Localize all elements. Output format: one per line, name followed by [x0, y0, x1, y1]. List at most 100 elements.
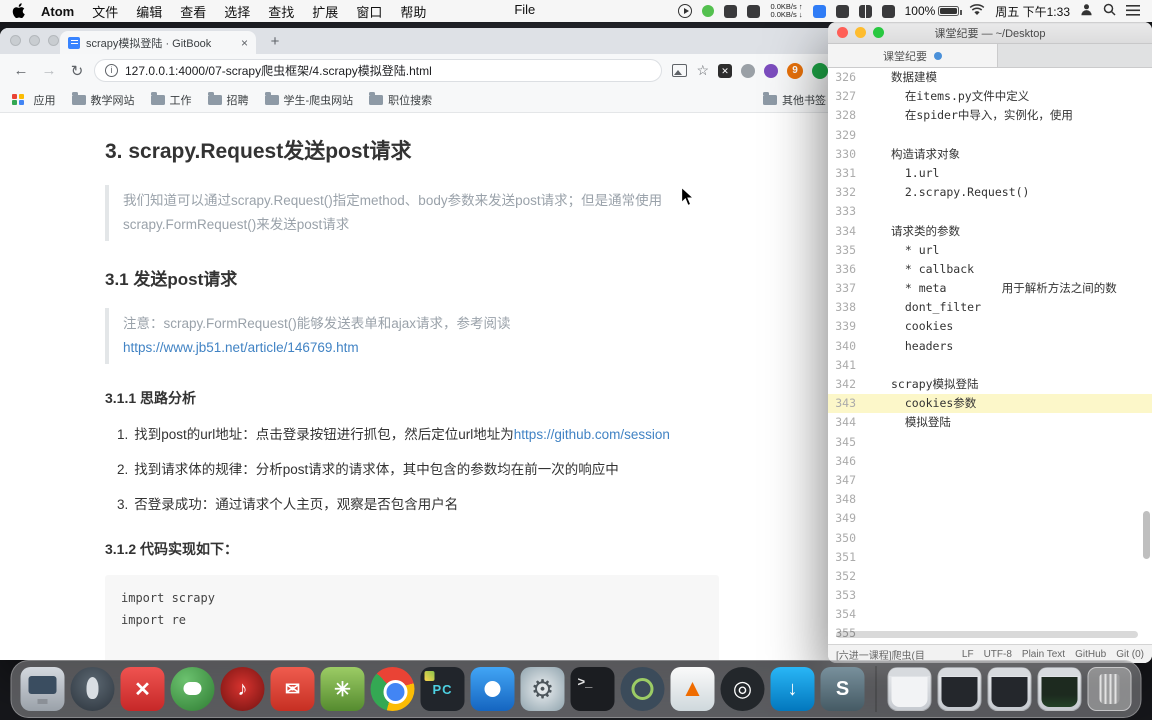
- input-method-icon[interactable]: [881, 4, 895, 18]
- apple-menu-icon[interactable]: [12, 3, 25, 19]
- menubar-menu-item[interactable]: File: [514, 2, 535, 21]
- site-info-icon[interactable]: [105, 64, 118, 77]
- minimized-window-thumbnail[interactable]: [1037, 667, 1082, 711]
- reload-button[interactable]: ↻: [66, 62, 88, 80]
- pycharm-icon[interactable]: PC: [420, 667, 465, 711]
- menubar-menu-item[interactable]: 窗口: [356, 2, 382, 21]
- window-traffic-lights[interactable]: [837, 27, 884, 38]
- editor-line[interactable]: 335 * url: [828, 241, 1152, 260]
- browser-tab[interactable]: scrapy模拟登陆 · GitBook ×: [60, 31, 256, 54]
- editor-line[interactable]: 348: [828, 490, 1152, 509]
- editor-line[interactable]: 341: [828, 356, 1152, 375]
- profile-avatar[interactable]: [812, 62, 828, 79]
- red-x-app-icon[interactable]: ✕: [120, 667, 165, 711]
- play-status-icon[interactable]: [678, 4, 693, 18]
- bookmark-folder[interactable]: 招聘: [207, 92, 249, 108]
- window-traffic-lights-inactive[interactable]: [10, 35, 59, 46]
- media-action-icon[interactable]: [672, 64, 688, 77]
- editor-line[interactable]: 337 * meta 用于解析方法之间的数: [828, 279, 1152, 298]
- editor-line[interactable]: 329: [828, 126, 1152, 145]
- chrome-icon[interactable]: [370, 667, 415, 711]
- status-icon-1[interactable]: [724, 4, 738, 18]
- bookmark-apps[interactable]: 应用: [12, 92, 56, 108]
- s-app-icon[interactable]: S: [820, 667, 865, 711]
- tab-close-icon[interactable]: ×: [241, 36, 248, 50]
- menubar-menu-item[interactable]: 帮助: [400, 2, 426, 21]
- atom-app-icon[interactable]: [620, 667, 665, 711]
- editor-line[interactable]: 336 * callback: [828, 260, 1152, 279]
- extension-badge[interactable]: 9: [787, 62, 803, 79]
- bookmark-folder[interactable]: 学生-爬虫网站: [264, 92, 353, 108]
- status-item[interactable]: Git (0): [1116, 649, 1144, 660]
- editor-line[interactable]: 343 cookies参数: [828, 394, 1152, 414]
- bookmark-star-icon[interactable]: ☆: [696, 63, 709, 77]
- trash-icon[interactable]: [1087, 667, 1132, 711]
- bookmark-folder[interactable]: 职位搜索: [369, 92, 432, 108]
- mail-app-icon[interactable]: ✉: [270, 667, 315, 711]
- new-tab-button[interactable]: +: [266, 33, 284, 50]
- status-icon-2[interactable]: [747, 4, 761, 18]
- system-preferences-icon[interactable]: ⚙: [520, 667, 565, 711]
- green-messenger-app-icon[interactable]: [170, 667, 215, 711]
- status-item[interactable]: Plain Text: [1022, 649, 1065, 660]
- editor-line[interactable]: 340 headers: [828, 337, 1152, 356]
- editor-line[interactable]: 353: [828, 586, 1152, 605]
- editor-line[interactable]: 350: [828, 529, 1152, 548]
- vlc-icon[interactable]: ▲: [670, 667, 715, 711]
- blue-status-icon[interactable]: [812, 4, 826, 18]
- menubar-menu-item[interactable]: 查看: [180, 2, 206, 21]
- launchpad-icon[interactable]: [70, 667, 115, 711]
- inline-link[interactable]: https://github.com/session: [514, 427, 670, 442]
- close-window-button[interactable]: [837, 27, 848, 38]
- menubar-menu-item[interactable]: 扩展: [312, 2, 338, 21]
- editor-line[interactable]: 332 2.scrapy.Request(): [828, 183, 1152, 202]
- forward-button[interactable]: →: [38, 62, 60, 79]
- bookmark-folder[interactable]: 教学网站: [71, 92, 135, 108]
- editor-line[interactable]: 334 请求类的参数: [828, 222, 1152, 241]
- horizontal-scrollbar-thumb[interactable]: [836, 631, 1138, 638]
- notification-center-icon[interactable]: [1126, 4, 1140, 19]
- back-button[interactable]: ←: [10, 62, 32, 79]
- green-status-icon[interactable]: [702, 5, 715, 17]
- menubar-menu-item[interactable]: 编辑: [136, 2, 162, 21]
- grid-status-icon[interactable]: [858, 4, 872, 18]
- extension-icon-purple[interactable]: [764, 63, 778, 78]
- editor-line[interactable]: 342 scrapy模拟登陆: [828, 375, 1152, 394]
- minimized-window-thumbnail[interactable]: [987, 667, 1032, 711]
- music-app-icon[interactable]: ♪: [220, 667, 265, 711]
- status-item[interactable]: GitHub: [1075, 649, 1106, 660]
- status-icon-3[interactable]: [835, 4, 849, 18]
- download-app-icon[interactable]: ↓: [770, 667, 815, 711]
- editor-line[interactable]: 354: [828, 605, 1152, 624]
- editor-line[interactable]: 327 在items.py文件中定义: [828, 87, 1152, 106]
- editor-line[interactable]: 345: [828, 433, 1152, 452]
- editor-line[interactable]: 339 cookies: [828, 317, 1152, 336]
- editor-line[interactable]: 349: [828, 509, 1152, 528]
- status-item[interactable]: LF: [962, 649, 974, 660]
- editor-tab[interactable]: 课堂纪要: [828, 44, 998, 67]
- menubar-menu-item[interactable]: 选择: [224, 2, 250, 21]
- user-icon[interactable]: [1080, 3, 1093, 19]
- reference-link[interactable]: https://www.jb51.net/article/146769.htm: [123, 340, 359, 355]
- display-app-icon[interactable]: [20, 667, 65, 711]
- network-speed-indicator[interactable]: 0.0KB/s ↑ 0.0KB/s ↓: [770, 3, 802, 19]
- editor-line[interactable]: 326 数据建模: [828, 68, 1152, 87]
- minimized-window-thumbnail[interactable]: [887, 667, 932, 711]
- editor-line[interactable]: 352: [828, 567, 1152, 586]
- spotlight-search-icon[interactable]: [1103, 3, 1116, 19]
- editor-line[interactable]: 328 在spider中导入，实例化，使用: [828, 106, 1152, 125]
- menubar-menu-item[interactable]: 查找: [268, 2, 294, 21]
- menubar-clock[interactable]: 周五 下午1:33: [995, 3, 1070, 20]
- minimized-window-thumbnail[interactable]: [937, 667, 982, 711]
- editor-pane[interactable]: 326 数据建模 327 在items.py文件中定义 328 在spider中导入，…: [828, 68, 1152, 644]
- vertical-scrollbar-thumb[interactable]: [1143, 511, 1150, 559]
- battery-indicator[interactable]: 100%: [905, 4, 962, 18]
- zoom-window-button[interactable]: [873, 27, 884, 38]
- editor-line[interactable]: 338 dont_filter: [828, 298, 1152, 317]
- bookmark-folder[interactable]: 工作: [150, 92, 192, 108]
- wifi-icon[interactable]: [969, 3, 985, 19]
- editor-line[interactable]: 347: [828, 471, 1152, 490]
- menubar-menu-item[interactable]: 文件: [92, 2, 118, 21]
- menubar-app-name[interactable]: Atom: [41, 4, 74, 19]
- address-bar[interactable]: 127.0.0.1:4000/07-scrapy爬虫框架/4.scrapy模拟登…: [94, 59, 663, 82]
